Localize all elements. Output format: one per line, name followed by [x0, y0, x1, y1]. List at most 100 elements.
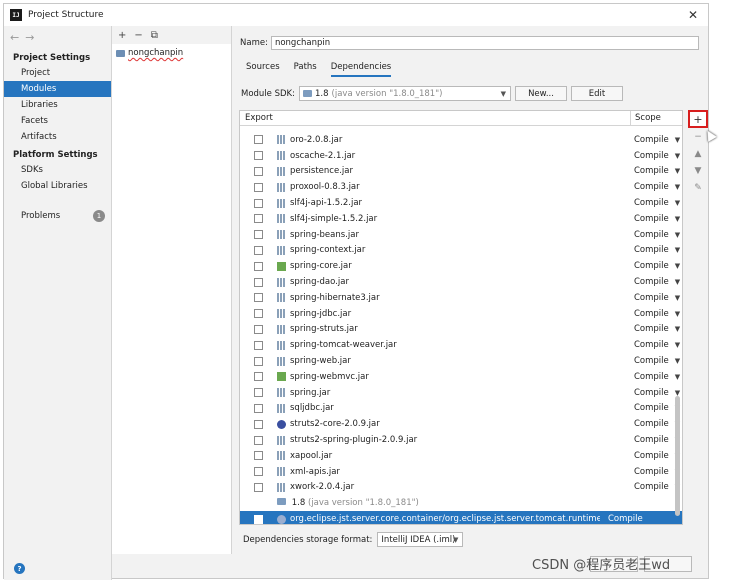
- export-checkbox[interactable]: [254, 451, 263, 461]
- export-checkbox[interactable]: [254, 514, 263, 524]
- add-dependency-button[interactable]: +: [688, 110, 708, 128]
- sidebar-item-sdks[interactable]: SDKs: [4, 162, 111, 178]
- storage-format-select[interactable]: IntelliJ IDEA (.iml) ▼: [377, 532, 464, 547]
- export-checkbox[interactable]: [254, 309, 263, 319]
- module-name-field[interactable]: nongchanpin: [270, 36, 699, 50]
- export-checkbox[interactable]: [254, 293, 263, 303]
- dependency-row[interactable]: spring-core.jar Compile ▼: [240, 258, 682, 274]
- dependency-row[interactable]: spring-webmvc.jar Compile ▼: [240, 369, 682, 385]
- problems-label: Problems: [21, 211, 61, 221]
- dependency-row[interactable]: xapool.jarCompile▼: [240, 448, 682, 464]
- dependency-row[interactable]: slf4j-api-1.5.2.jar Compile ▼: [240, 195, 682, 211]
- selected-dependency-row[interactable]: org.eclipse.jst.server.core.container/or…: [240, 511, 682, 524]
- dependency-row[interactable]: spring-jdbc.jar Compile ▼: [240, 306, 682, 322]
- dependency-name: sqljdbc.jar: [290, 403, 334, 414]
- sidebar-item-modules[interactable]: Modules: [4, 81, 111, 97]
- dependencies-table: Export Scope oro-2.0.8.jar Compile ▼ oscach…: [239, 110, 683, 525]
- column-header-scope[interactable]: Scope: [631, 113, 661, 123]
- dependency-row[interactable]: spring-tomcat-weaver.jar Compile ▼: [240, 337, 682, 353]
- sidebar-item-libraries[interactable]: Libraries: [4, 97, 111, 113]
- dependency-row[interactable]: spring-context.jar Compile ▼: [240, 243, 682, 259]
- scope-select[interactable]: Compile: [608, 514, 643, 524]
- copy-module-icon[interactable]: ⧉: [151, 30, 158, 41]
- export-checkbox[interactable]: [254, 135, 263, 145]
- scrollbar-thumb[interactable]: [675, 396, 680, 516]
- tab-paths[interactable]: Paths: [294, 62, 317, 77]
- dependency-row[interactable]: slf4j-simple-1.5.2.jar Compile ▼: [240, 211, 682, 227]
- edit-sdk-button[interactable]: Edit: [571, 86, 623, 101]
- dependency-row[interactable]: struts2-spring-plugin-2.0.9.jarCompile▼: [240, 432, 682, 448]
- dependency-row[interactable]: proxool-0.8.3.jar Compile ▼: [240, 179, 682, 195]
- export-checkbox[interactable]: [254, 245, 263, 255]
- export-checkbox[interactable]: [254, 151, 263, 161]
- export-checkbox[interactable]: [254, 482, 263, 492]
- add-module-icon[interactable]: +: [118, 30, 126, 41]
- dependency-name: slf4j-simple-1.5.2.jar: [290, 213, 378, 224]
- vertical-scrollbar[interactable]: [674, 128, 680, 524]
- new-sdk-button[interactable]: New...: [515, 86, 567, 101]
- help-icon[interactable]: ?: [14, 563, 25, 574]
- tab-sources[interactable]: Sources: [246, 62, 280, 77]
- dependency-row[interactable]: xml-apis.jarCompile▼: [240, 464, 682, 480]
- export-checkbox[interactable]: [254, 261, 263, 271]
- sdk-dependency-row[interactable]: 1.8 (java version "1.8.0_181"): [240, 495, 682, 511]
- dependency-row[interactable]: oscache-2.1.jar Compile ▼: [240, 148, 682, 164]
- export-checkbox[interactable]: [254, 277, 263, 287]
- export-checkbox[interactable]: [254, 356, 263, 366]
- project-structure-window: IJ Project Structure ✕ ← → Project Setti…: [3, 3, 717, 580]
- dependency-row[interactable]: persistence.jar Compile ▼: [240, 164, 682, 180]
- move-up-icon[interactable]: ▲: [695, 145, 702, 162]
- export-checkbox[interactable]: [254, 435, 263, 445]
- dependency-row[interactable]: spring.jar Compile ▼: [240, 385, 682, 401]
- sidebar-item-project[interactable]: Project: [4, 65, 111, 81]
- dependency-toolbar: + − ▲ ▼ ✎: [687, 110, 709, 196]
- export-checkbox[interactable]: [254, 419, 263, 429]
- move-down-icon[interactable]: ▼: [695, 162, 702, 179]
- dependency-row[interactable]: spring-hibernate3.jar Compile ▼: [240, 290, 682, 306]
- jar-library-icon: [277, 482, 286, 492]
- column-header-export[interactable]: Export: [240, 111, 631, 125]
- dependency-row[interactable]: oro-2.0.8.jar Compile ▼: [240, 132, 682, 148]
- name-row: Name: nongchanpin: [240, 36, 699, 50]
- module-sdk-select[interactable]: 1.8 (java version "1.8.0_181") ▼: [299, 86, 511, 101]
- dependency-row[interactable]: spring-web.jar Compile ▼: [240, 353, 682, 369]
- sdk-folder-icon: [303, 90, 312, 97]
- dependency-row[interactable]: sqljdbc.jarCompile▼: [240, 401, 682, 417]
- dependency-row[interactable]: spring-dao.jar Compile ▼: [240, 274, 682, 290]
- dependency-row[interactable]: xwork-2.0.4.jarCompile▼: [240, 480, 682, 496]
- export-checkbox[interactable]: [254, 214, 263, 224]
- scope-value: Compile: [634, 134, 669, 145]
- edit-dependency-icon[interactable]: ✎: [694, 179, 702, 196]
- export-checkbox[interactable]: [254, 388, 263, 398]
- sidebar-item-artifacts[interactable]: Artifacts: [4, 129, 111, 145]
- dependency-row[interactable]: spring-beans.jar Compile ▼: [240, 227, 682, 243]
- jar-library-icon: [277, 309, 286, 319]
- export-checkbox[interactable]: [254, 230, 263, 240]
- forward-arrow-icon[interactable]: →: [25, 31, 34, 44]
- sidebar-item-facets[interactable]: Facets: [4, 113, 111, 129]
- export-checkbox[interactable]: [254, 166, 263, 176]
- export-checkbox[interactable]: [254, 372, 263, 382]
- dependency-name: oro-2.0.8.jar: [290, 134, 343, 145]
- export-checkbox[interactable]: [254, 403, 263, 413]
- back-arrow-icon[interactable]: ←: [10, 31, 19, 44]
- module-item[interactable]: nongchanpin: [112, 46, 231, 60]
- close-icon[interactable]: ✕: [688, 8, 698, 22]
- dependency-row[interactable]: struts2-core-2.0.9.jarCompile▼: [240, 416, 682, 432]
- export-checkbox[interactable]: [254, 182, 263, 192]
- sidebar-item-global-libraries[interactable]: Global Libraries: [4, 178, 111, 194]
- remove-dependency-icon[interactable]: −: [694, 128, 702, 145]
- remove-module-icon[interactable]: −: [134, 30, 142, 41]
- tab-dependencies[interactable]: Dependencies: [330, 62, 392, 77]
- export-checkbox[interactable]: [254, 198, 263, 208]
- export-checkbox[interactable]: [254, 467, 263, 477]
- export-checkbox[interactable]: [254, 324, 263, 334]
- sidebar-item-problems[interactable]: Problems 1: [4, 208, 111, 224]
- dependency-name: spring-struts.jar: [290, 324, 358, 335]
- scope-value: Compile: [634, 166, 669, 177]
- sdk-row-detail: (java version "1.8.0_181"): [307, 498, 419, 509]
- dependency-row[interactable]: spring-struts.jar Compile ▼: [240, 322, 682, 338]
- export-checkbox[interactable]: [254, 340, 263, 350]
- jar-library-icon: [277, 388, 286, 398]
- dependency-name: proxool-0.8.3.jar: [290, 182, 360, 193]
